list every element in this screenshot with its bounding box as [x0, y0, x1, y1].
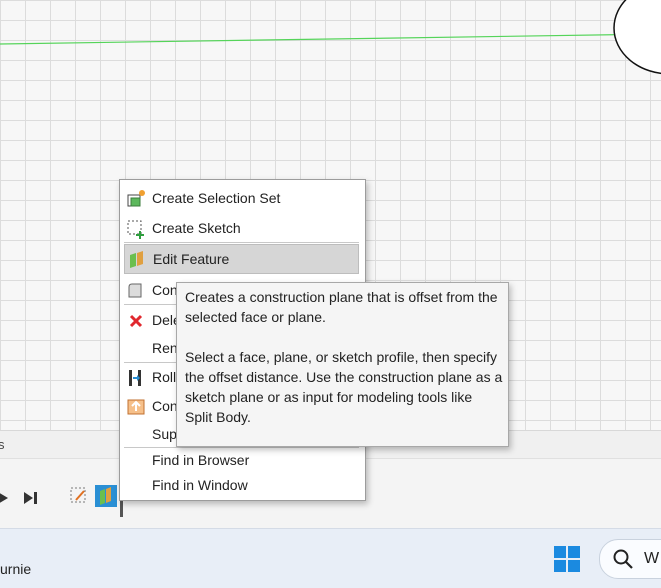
create-sketch-icon: [127, 220, 144, 239]
edit-feature-icon: [130, 251, 143, 268]
skip-to-end-icon[interactable]: [22, 489, 40, 507]
menu-find-in-browser[interactable]: Find in Browser: [124, 446, 359, 474]
play-icon[interactable]: [0, 489, 14, 507]
timeline-sketch-item[interactable]: [68, 485, 90, 507]
offset-plane-feature-icon: [100, 487, 111, 505]
windows-start-icon[interactable]: [553, 545, 581, 573]
delete-icon: [129, 314, 143, 328]
timeline-plane-item[interactable]: [95, 485, 117, 507]
menu-separator: [124, 242, 359, 243]
tooltip-description: Creates a construction plane that is off…: [185, 289, 498, 325]
search-text: W: [644, 550, 660, 567]
sketch-feature-icon: [70, 487, 86, 503]
taskbar-partial-text: urnie: [0, 561, 32, 577]
search-icon: [613, 549, 633, 569]
roll-icon: [129, 370, 141, 386]
menu-find-in-window[interactable]: Find in Window: [124, 471, 359, 499]
panel-edge-label: s: [0, 437, 5, 452]
tooltip-instructions: Select a face, plane, or sketch profile,…: [185, 349, 503, 425]
compute-icon: [127, 399, 145, 415]
menu-edit-feature[interactable]: Edit Feature: [124, 244, 359, 274]
sketch-ellipse: [613, 0, 661, 75]
menu-create-sketch[interactable]: Create Sketch: [124, 214, 359, 242]
taskbar-search[interactable]: W: [599, 539, 661, 579]
green-axis-line: [0, 33, 661, 45]
construction-plane-icon: [128, 283, 142, 298]
menu-create-selection-set[interactable]: Create Selection Set: [124, 184, 359, 212]
taskbar: urnie W: [0, 528, 661, 588]
feature-tooltip: Creates a construction plane that is off…: [176, 282, 509, 447]
selection-set-icon: [127, 190, 145, 207]
